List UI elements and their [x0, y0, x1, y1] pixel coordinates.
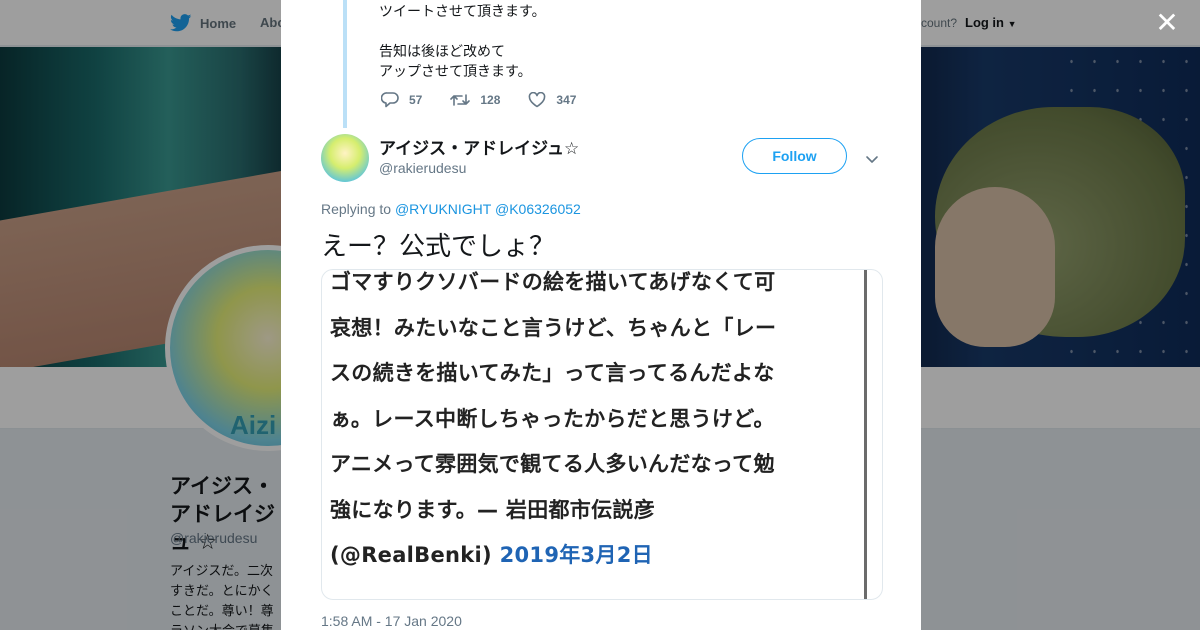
retweet-count: 128 — [480, 93, 501, 107]
media-text-line-last: (@RealBenki) 2019年3月2日 — [330, 533, 850, 579]
reply-button[interactable]: 57 — [381, 92, 422, 108]
media-text-line: ぁ。レース中断しちゃったからだと思うけど。 — [330, 406, 775, 431]
previous-tweet-text: ツイートさせて頂きます。 告知は後ほど改めて アップさせて頂きます。 — [379, 4, 546, 80]
media-text-block: ゴマすりクソバードの絵を描いてあげなくて可 哀想！みたいなこと言うけど、ちゃんと… — [330, 270, 850, 579]
media-date-link: 2019年3月2日 — [499, 543, 653, 567]
media-text-source: (@RealBenki) — [330, 543, 492, 567]
retweet-button[interactable]: 128 — [450, 92, 500, 108]
thread-connector — [343, 0, 347, 128]
reply-icon — [381, 92, 399, 108]
mention-link[interactable]: @K06326052 — [495, 201, 581, 217]
tweet-text: えー？公式でしょ？ — [321, 232, 556, 262]
previous-tweet-actions: 57 128 347 — [381, 92, 604, 108]
like-count: 347 — [556, 93, 577, 107]
chevron-down-icon — [866, 156, 878, 163]
follow-button[interactable]: Follow — [742, 138, 847, 174]
tweet-media-image[interactable]: ゴマすりクソバードの絵を描いてあげなくて可 哀想！みたいなこと言うけど、ちゃんと… — [321, 269, 883, 600]
media-text-line: ゴマすりクソバードの絵を描いてあげなくて可 — [330, 270, 776, 294]
tweet-author-name[interactable]: アイジス・アドレイジュ☆ — [379, 134, 579, 159]
media-image-edge — [864, 270, 867, 599]
tweet-author-avatar[interactable] — [321, 134, 369, 182]
reply-count: 57 — [409, 93, 423, 107]
like-icon — [529, 92, 546, 108]
tweet-author-handle[interactable]: @rakierudesu — [379, 160, 466, 176]
media-text-line: 強になります。— 岩田都市伝説彦 — [330, 497, 656, 522]
close-icon[interactable]: ✕ — [1152, 8, 1182, 38]
retweet-icon — [450, 94, 471, 106]
mention-link[interactable]: @RYUKNIGHT — [395, 201, 491, 217]
replying-to: Replying to @RYUKNIGHT @K06326052 — [321, 201, 581, 217]
media-text-line: スの続きを描いてみた」って言ってるんだよな — [330, 361, 775, 385]
like-button[interactable]: 347 — [528, 92, 576, 108]
replying-to-label: Replying to — [321, 201, 392, 217]
media-text-line: 哀想！みたいなこと言うけど、ちゃんと「レー — [330, 315, 777, 340]
tweet-modal: ツイートさせて頂きます。 告知は後ほど改めて アップさせて頂きます。 57 12… — [281, 0, 921, 630]
media-text-line: アニメって雰囲気で観てる人多いんだなって勉 — [330, 452, 775, 476]
tweet-timestamp[interactable]: 1:58 AM - 17 Jan 2020 — [321, 613, 462, 629]
tweet-options-button[interactable] — [865, 150, 879, 169]
